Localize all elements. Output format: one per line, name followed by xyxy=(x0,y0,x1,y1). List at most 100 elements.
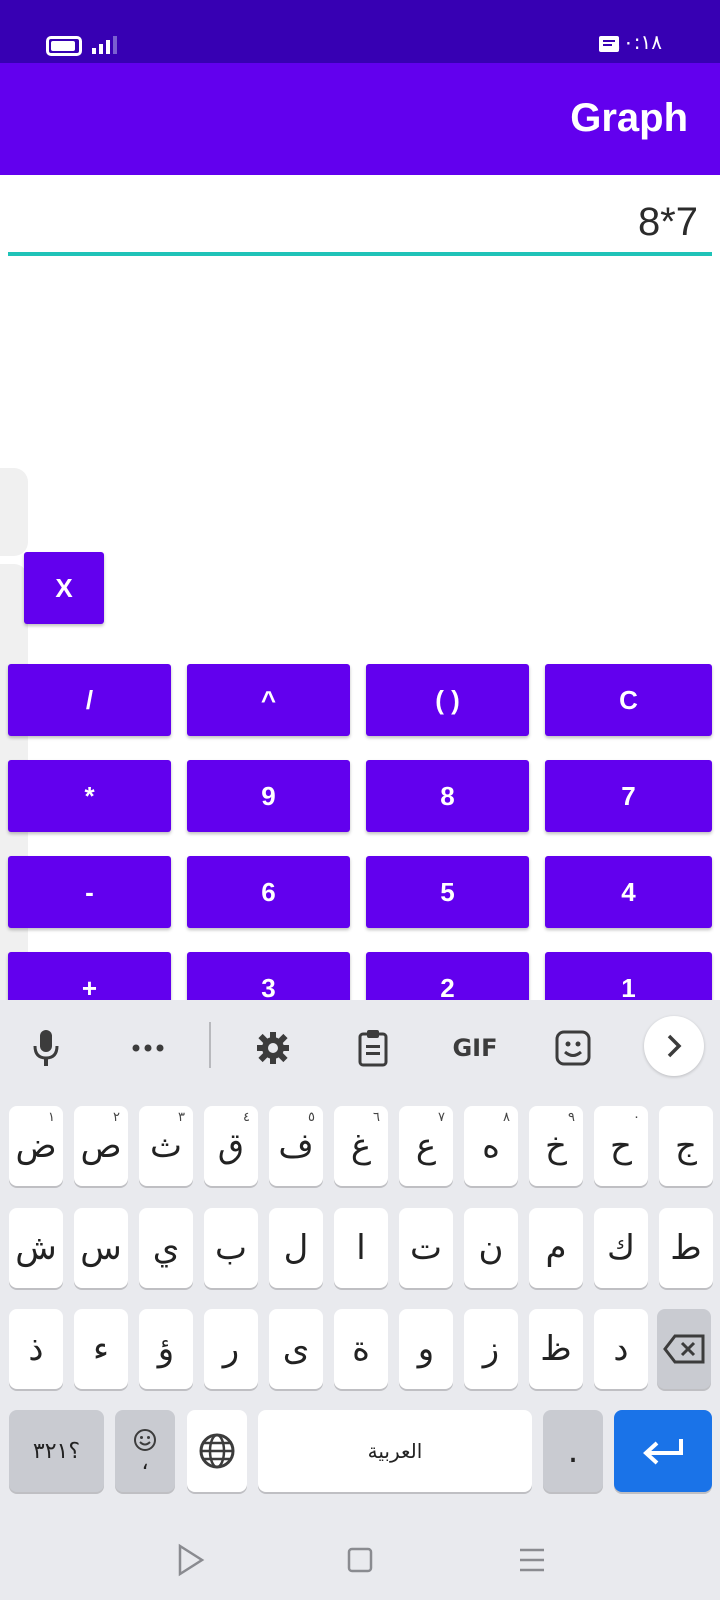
menu-lines-icon[interactable] xyxy=(512,1540,552,1580)
row3-key-label: ؤ xyxy=(157,1329,175,1369)
row1-key-9[interactable]: ح٠ xyxy=(594,1106,648,1186)
space-key[interactable]: العربية xyxy=(258,1410,532,1492)
row1-key-10[interactable]: ج xyxy=(659,1106,713,1186)
row1-key-label: ق xyxy=(217,1126,245,1166)
row3-key-label: ظ xyxy=(540,1329,572,1369)
row2-key-8[interactable]: م xyxy=(529,1208,583,1288)
back-triangle-icon[interactable] xyxy=(170,1540,210,1580)
row1-key-1[interactable]: ص٢ xyxy=(74,1106,128,1186)
row1-key-6[interactable]: ع٧ xyxy=(399,1106,453,1186)
row3-key-2[interactable]: ؤ xyxy=(139,1309,193,1389)
digit-8-button[interactable]: 8 xyxy=(366,760,529,832)
enter-key[interactable] xyxy=(614,1410,712,1492)
more-options-icon[interactable] xyxy=(120,1020,176,1076)
row1-key-0[interactable]: ض١ xyxy=(9,1106,63,1186)
gif-button[interactable]: GIF xyxy=(445,1020,505,1076)
divide-button[interactable]: / xyxy=(8,664,171,736)
parentheses-button[interactable]: ( ) xyxy=(366,664,529,736)
symbols-key-label: ؟٣٢١ xyxy=(32,1438,81,1464)
row2-key-5[interactable]: ا xyxy=(334,1208,388,1288)
row1-key-label: غ xyxy=(350,1126,372,1166)
row2-key-3[interactable]: ب xyxy=(204,1208,258,1288)
row2-key-label: م xyxy=(545,1228,567,1268)
row2-key-9[interactable]: ك xyxy=(594,1208,648,1288)
digit-4-button[interactable]: 4 xyxy=(545,856,712,928)
key-number-hint: ٧ xyxy=(438,1110,445,1125)
emoji-comma-key[interactable]: ، xyxy=(115,1410,175,1492)
row1-key-2[interactable]: ث٣ xyxy=(139,1106,193,1186)
backspace-key[interactable] xyxy=(657,1309,711,1389)
comma-key-label: ، xyxy=(141,1450,149,1475)
key-number-hint: ٠ xyxy=(633,1110,640,1125)
status-time: ١٠:١٨ xyxy=(612,30,662,54)
row2-key-label: ط xyxy=(670,1228,702,1268)
row1-key-7[interactable]: ه٨ xyxy=(464,1106,518,1186)
home-square-icon[interactable] xyxy=(340,1540,380,1580)
period-key[interactable]: . xyxy=(543,1410,603,1492)
row3-key-label: ء xyxy=(93,1329,109,1369)
row2-key-7[interactable]: ن xyxy=(464,1208,518,1288)
row3-key-label: ر xyxy=(222,1329,240,1369)
language-switch-key[interactable] xyxy=(187,1410,247,1492)
microphone-icon[interactable] xyxy=(18,1020,74,1076)
row1-key-label: ص xyxy=(80,1126,122,1166)
key-number-hint: ٥ xyxy=(308,1110,315,1125)
side-panel-handle[interactable] xyxy=(0,468,28,556)
signal-icon xyxy=(92,36,118,54)
row2-key-4[interactable]: ل xyxy=(269,1208,323,1288)
row3-key-label: د xyxy=(613,1329,629,1369)
row2-key-label: ي xyxy=(152,1228,180,1268)
period-key-label: . xyxy=(567,1431,579,1471)
row3-key-9[interactable]: د xyxy=(594,1309,648,1389)
backspace-icon xyxy=(663,1334,705,1364)
power-button[interactable]: ^ xyxy=(187,664,350,736)
row2-key-label: ل xyxy=(283,1228,309,1268)
row3-key-1[interactable]: ء xyxy=(74,1309,128,1389)
row2-key-label: ا xyxy=(356,1228,366,1268)
row2-key-0[interactable]: ش xyxy=(9,1208,63,1288)
row1-key-8[interactable]: خ٩ xyxy=(529,1106,583,1186)
key-number-hint: ٩ xyxy=(568,1110,575,1125)
row2-key-2[interactable]: ي xyxy=(139,1208,193,1288)
row3-key-3[interactable]: ر xyxy=(204,1309,258,1389)
enter-arrow-icon xyxy=(643,1439,683,1465)
settings-gear-icon[interactable] xyxy=(245,1020,301,1076)
row3-key-6[interactable]: و xyxy=(399,1309,453,1389)
digit-5-button[interactable]: 5 xyxy=(366,856,529,928)
row1-key-label: ع xyxy=(415,1126,437,1166)
row3-key-8[interactable]: ظ xyxy=(529,1309,583,1389)
row2-key-label: س xyxy=(80,1228,122,1268)
row1-key-4[interactable]: ف٥ xyxy=(269,1106,323,1186)
row3-key-4[interactable]: ى xyxy=(269,1309,323,1389)
x-variable-button[interactable]: X xyxy=(24,552,104,624)
app-title: Graph xyxy=(570,96,688,140)
sticker-icon[interactable] xyxy=(545,1020,601,1076)
minus-button[interactable]: - xyxy=(8,856,171,928)
symbols-key[interactable]: ؟٣٢١ xyxy=(9,1410,104,1492)
row3-key-0[interactable]: ذ xyxy=(9,1309,63,1389)
expression-input[interactable]: 8*7 xyxy=(638,200,698,245)
expand-toolbar-button[interactable] xyxy=(644,1016,704,1076)
row2-key-10[interactable]: ط xyxy=(659,1208,713,1288)
digit-6-button[interactable]: 6 xyxy=(187,856,350,928)
row3-key-label: ز xyxy=(482,1329,500,1369)
row2-key-label: ش xyxy=(15,1228,57,1268)
row3-key-5[interactable]: ة xyxy=(334,1309,388,1389)
toolbar-divider xyxy=(209,1022,211,1068)
clear-button[interactable]: C xyxy=(545,664,712,736)
row2-key-1[interactable]: س xyxy=(74,1208,128,1288)
key-number-hint: ٤ xyxy=(243,1110,250,1125)
row1-key-3[interactable]: ق٤ xyxy=(204,1106,258,1186)
row2-key-6[interactable]: ت xyxy=(399,1208,453,1288)
multiply-button[interactable]: * xyxy=(8,760,171,832)
row1-key-5[interactable]: غ٦ xyxy=(334,1106,388,1186)
digit-9-button[interactable]: 9 xyxy=(187,760,350,832)
chevron-right-icon xyxy=(667,1034,682,1058)
digit-7-button[interactable]: 7 xyxy=(545,760,712,832)
clipboard-icon[interactable] xyxy=(345,1020,401,1076)
key-number-hint: ٢ xyxy=(113,1110,120,1125)
row3-key-7[interactable]: ز xyxy=(464,1309,518,1389)
row2-key-label: ن xyxy=(478,1228,504,1268)
battery-level xyxy=(51,41,75,51)
row1-key-label: ض xyxy=(15,1126,57,1166)
